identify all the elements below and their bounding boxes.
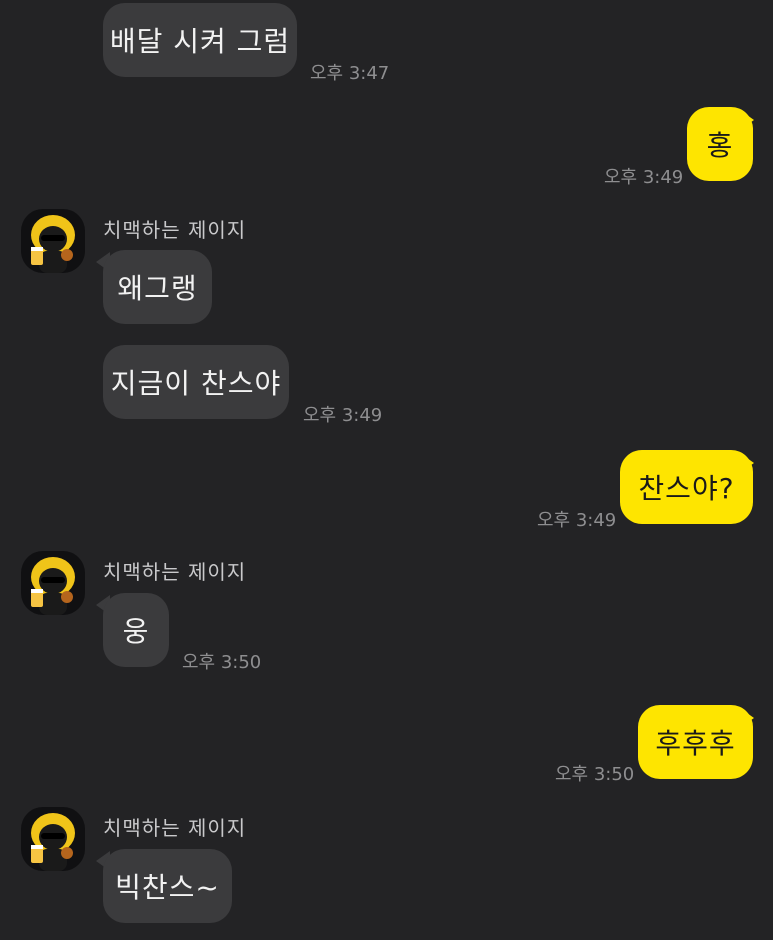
message-text: 배달 시켜 그럼 bbox=[109, 25, 291, 58]
incoming-message-bubble[interactable]: 웅 bbox=[103, 593, 169, 667]
incoming-message-bubble[interactable]: 배달 시켜 그럼 bbox=[103, 3, 297, 77]
outgoing-message-bubble[interactable]: 후후후 bbox=[638, 705, 753, 779]
sender-avatar[interactable] bbox=[21, 807, 85, 871]
message-text: 지금이 찬스야 bbox=[110, 367, 282, 400]
message-timestamp: 오후 3:49 bbox=[303, 405, 383, 426]
message-text: 왜그랭 bbox=[117, 272, 198, 305]
sender-name: 치맥하는 제이지 bbox=[103, 816, 247, 840]
message-text: 웅 bbox=[122, 615, 150, 648]
message-timestamp: 오후 3:50 bbox=[555, 764, 635, 785]
message-timestamp: 오후 3:49 bbox=[604, 167, 684, 188]
jay-g-character-avatar-icon bbox=[31, 813, 75, 871]
outgoing-message-bubble[interactable]: 홍 bbox=[687, 107, 753, 181]
message-timestamp: 오후 3:50 bbox=[182, 652, 262, 673]
message-text: 빅찬스~ bbox=[115, 871, 220, 904]
incoming-message-bubble[interactable]: 지금이 찬스야 bbox=[103, 345, 289, 419]
jay-g-character-avatar-icon bbox=[31, 557, 75, 615]
sender-name: 치맥하는 제이지 bbox=[103, 218, 247, 242]
incoming-message-bubble[interactable]: 왜그랭 bbox=[103, 250, 212, 324]
sender-avatar[interactable] bbox=[21, 209, 85, 273]
message-timestamp: 오후 3:49 bbox=[537, 510, 617, 531]
message-text: 찬스야? bbox=[638, 472, 735, 505]
jay-g-character-avatar-icon bbox=[31, 215, 75, 273]
message-text: 후후후 bbox=[655, 727, 736, 760]
message-text: 홍 bbox=[706, 129, 734, 162]
sender-avatar[interactable] bbox=[21, 551, 85, 615]
message-timestamp: 오후 3:47 bbox=[310, 63, 390, 84]
outgoing-message-bubble[interactable]: 찬스야? bbox=[620, 450, 753, 524]
chat-room[interactable]: 배달 시켜 그럼 오후 3:47 홍 오후 3:49 치맥하는 제이지 왜그랭 … bbox=[0, 0, 773, 940]
incoming-message-bubble[interactable]: 빅찬스~ bbox=[103, 849, 232, 923]
sender-name: 치맥하는 제이지 bbox=[103, 560, 247, 584]
